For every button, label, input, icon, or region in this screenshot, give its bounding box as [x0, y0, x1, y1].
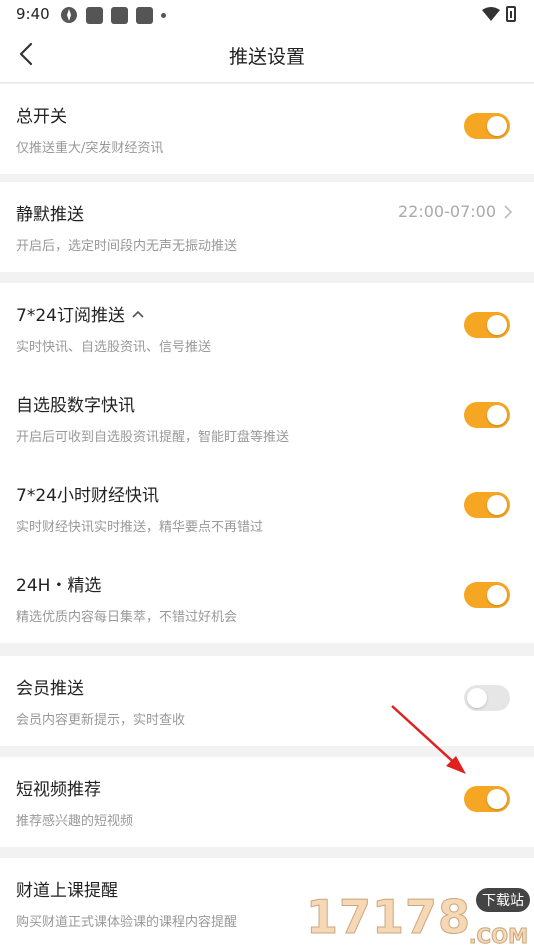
watermark-digits: 17178 [305, 890, 472, 945]
annotation-arrow [391, 705, 466, 774]
watermark-domain: .COM [468, 924, 528, 949]
watermark-logo: 17178 下载站 .COM [305, 884, 534, 950]
watermark-tag: 下载站 [476, 888, 530, 912]
